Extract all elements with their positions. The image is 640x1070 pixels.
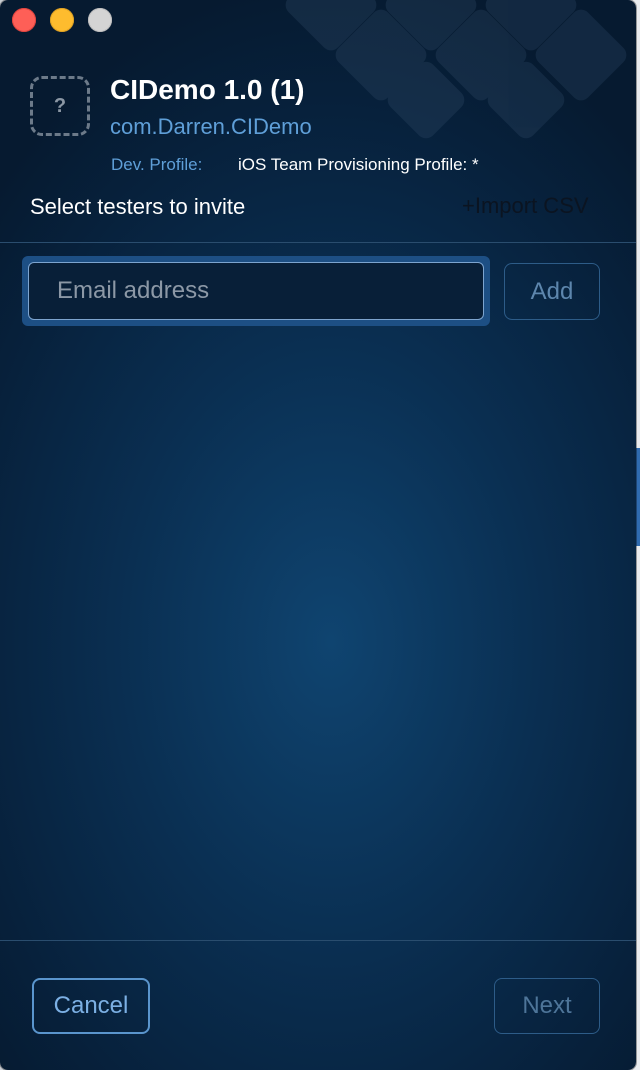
app-title: CIDemo 1.0 (1) <box>110 74 305 105</box>
close-window-button[interactable] <box>12 8 36 32</box>
cancel-button[interactable]: Cancel <box>32 978 150 1034</box>
header-divider <box>0 242 636 243</box>
minimize-window-button[interactable] <box>50 8 74 32</box>
dev-profile-value: iOS Team Provisioning Profile: * <box>238 155 479 174</box>
invite-testers-dialog: ? CIDemo 1.0 (1) com.Darren.CIDemo Dev. … <box>0 0 636 1070</box>
import-csv-link[interactable]: +Import CSV <box>462 193 589 219</box>
bundle-identifier: com.Darren.CIDemo <box>110 114 312 139</box>
email-address-input[interactable] <box>28 262 484 320</box>
dev-profile-label: Dev. Profile: <box>111 155 203 174</box>
add-tester-button[interactable]: Add <box>504 263 600 320</box>
decorative-tile-pattern <box>285 0 627 139</box>
select-testers-heading: Select testers to invite <box>30 194 246 219</box>
question-mark-placeholder-icon: ? <box>30 76 90 136</box>
app-icon-glyph: ? <box>53 94 67 117</box>
zoom-window-button[interactable] <box>88 8 112 32</box>
footer-divider <box>0 940 636 941</box>
window-controls <box>12 8 112 32</box>
next-button[interactable]: Next <box>494 978 600 1034</box>
email-field-focus-ring <box>22 256 490 326</box>
